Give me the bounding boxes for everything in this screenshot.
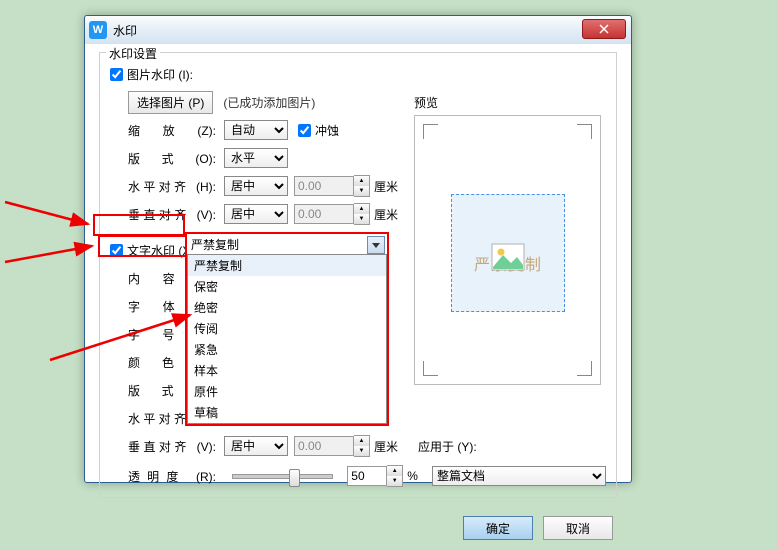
crop-mark-icon [577, 124, 592, 139]
chevron-down-icon[interactable] [367, 236, 385, 254]
titlebar[interactable]: W 水印 [85, 16, 631, 44]
slider-thumb[interactable] [289, 469, 300, 487]
img-valign-label: 垂直对齐 (V): [128, 206, 224, 223]
apply-to-select[interactable]: 整篇文档 [432, 466, 606, 486]
app-icon: W [89, 21, 107, 39]
window-title: 水印 [113, 22, 137, 39]
apply-to-label: 应用于 (Y): [418, 438, 477, 455]
preview-title: 预览 [414, 94, 609, 111]
crop-mark-icon [423, 361, 438, 376]
dropdown-option[interactable]: 绝密 [188, 297, 386, 318]
ok-button[interactable]: 确定 [463, 516, 533, 540]
dropdown-option[interactable]: 保密 [188, 276, 386, 297]
img-halign-select[interactable]: 居中 [224, 176, 288, 196]
transparency-slider[interactable] [232, 474, 333, 479]
scale-label: 缩 放 (Z): [128, 122, 224, 139]
content-dropdown-list: 严禁复制 保密 绝密 传阅 紧急 样本 原件 草稿 [187, 255, 387, 424]
image-added-hint: (已成功添加图片) [223, 94, 315, 111]
image-watermark-checkbox[interactable] [110, 68, 123, 81]
transparency-value[interactable] [347, 466, 387, 486]
close-icon [599, 24, 609, 34]
transparency-label: 透明度 (R): [128, 468, 224, 485]
image-watermark-label: 图片水印 (I): [127, 66, 193, 83]
annotation-arrow-icon [0, 190, 95, 250]
unit-cm: 厘米 [374, 206, 398, 223]
dropdown-option[interactable]: 传阅 [188, 318, 386, 339]
img-valign-spinner[interactable]: ▲▼ [354, 203, 370, 225]
img-valign-num[interactable] [294, 204, 354, 224]
img-halign-num[interactable] [294, 176, 354, 196]
watermark-preview: 严禁复制 [451, 194, 565, 312]
dropdown-option[interactable]: 草稿 [188, 402, 386, 423]
text-watermark-checkbox[interactable] [110, 244, 123, 257]
image-placeholder-icon [491, 243, 525, 271]
percent-sign: % [407, 469, 418, 483]
txt-valign-label: 垂直对齐 (V): [128, 438, 224, 455]
crop-mark-icon [423, 124, 438, 139]
img-halign-spinner[interactable]: ▲▼ [354, 175, 370, 197]
preview-page: 严禁复制 [414, 115, 601, 385]
select-image-button[interactable]: 选择图片 (P) [128, 91, 213, 114]
content-combobox[interactable]: 严禁复制 [187, 234, 387, 255]
content-selected-value: 严禁复制 [191, 236, 239, 253]
txt-valign-select[interactable]: 居中 [224, 436, 288, 456]
crop-mark-icon [577, 361, 592, 376]
unit-cm: 厘米 [374, 178, 398, 195]
cancel-button[interactable]: 取消 [543, 516, 613, 540]
content-dropdown-open: 严禁复制 严禁复制 保密 绝密 传阅 紧急 样本 原件 草稿 [185, 232, 389, 426]
img-valign-select[interactable]: 居中 [224, 204, 288, 224]
fieldset-legend: 水印设置 [106, 45, 160, 62]
img-layout-label: 版 式 (O): [128, 150, 224, 167]
dropdown-option[interactable]: 原件 [188, 381, 386, 402]
transparency-spinner[interactable]: ▲▼ [387, 465, 403, 487]
img-halign-label: 水平对齐 (H): [128, 178, 224, 195]
scale-select[interactable]: 自动 [224, 120, 288, 140]
dropdown-option[interactable]: 严禁复制 [188, 255, 386, 276]
txt-valign-num[interactable] [294, 436, 354, 456]
unit-cm: 厘米 [374, 438, 398, 455]
dropdown-option[interactable]: 紧急 [188, 339, 386, 360]
txt-valign-spinner[interactable]: ▲▼ [354, 435, 370, 457]
washout-checkbox[interactable] [298, 124, 311, 137]
washout-label: 冲蚀 [315, 122, 339, 139]
close-button[interactable] [582, 19, 626, 39]
dialog-footer: 确定 取消 [85, 506, 631, 550]
dropdown-option[interactable]: 样本 [188, 360, 386, 381]
img-layout-select[interactable]: 水平 [224, 148, 288, 168]
preview-area: 预览 严禁复制 [414, 94, 609, 385]
